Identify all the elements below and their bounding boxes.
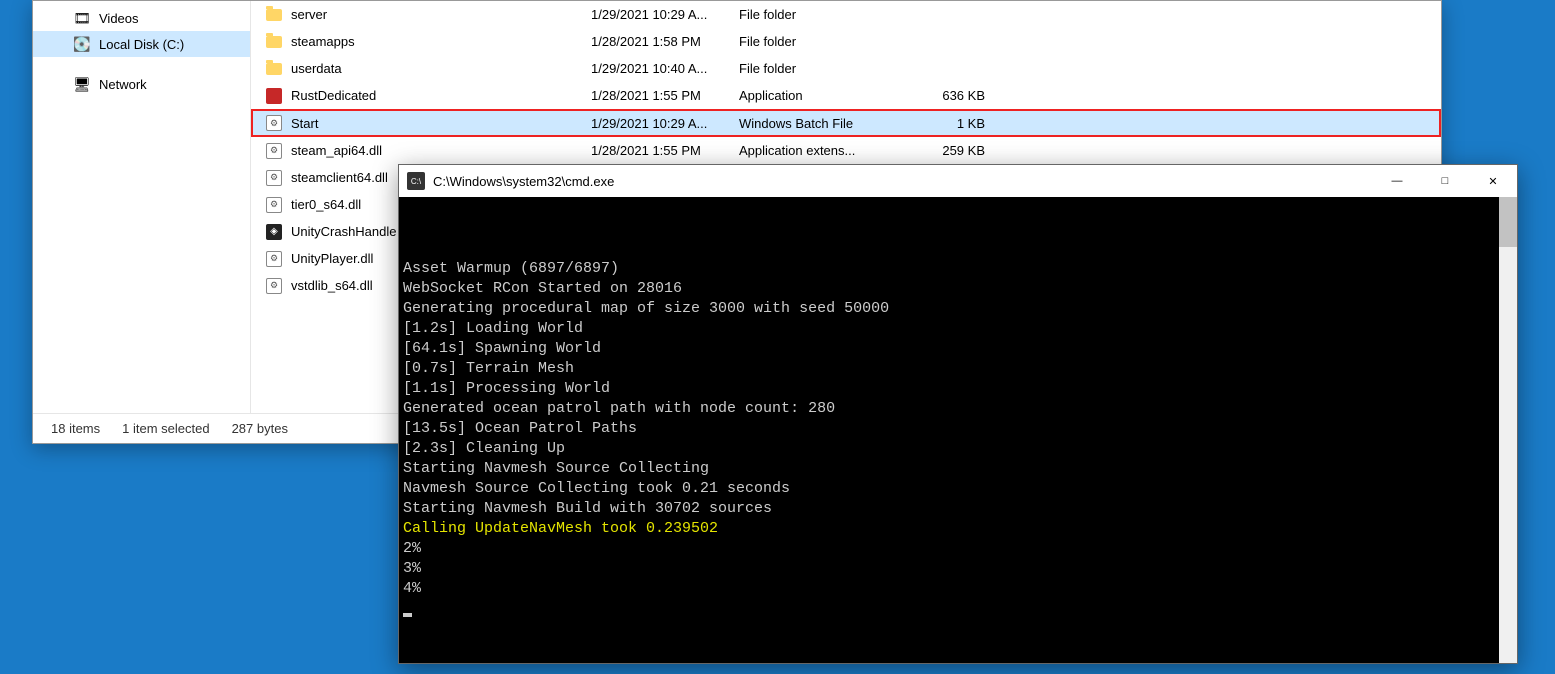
file-type: Application extens... [739, 143, 925, 158]
gear-icon: ⚙ [265, 114, 283, 132]
file-name: UnityCrashHandle [291, 224, 397, 239]
disk-icon: 💽 [73, 35, 91, 53]
file-size: 259 KB [925, 143, 985, 158]
file-name: steam_api64.dll [291, 143, 382, 158]
status-selection: 1 item selected [122, 421, 209, 436]
file-date: 1/29/2021 10:40 A... [591, 61, 739, 76]
cmd-line: Starting Navmesh Build with 30702 source… [403, 499, 1513, 519]
gear-icon: ⚙ [265, 196, 283, 214]
cmd-line: Calling UpdateNavMesh took 0.239502 [403, 519, 1513, 539]
cmd-scroll-thumb[interactable] [1499, 197, 1517, 247]
file-name: steamclient64.dll [291, 170, 388, 185]
file-size: 636 KB [925, 88, 985, 103]
file-row[interactable]: ⚙ steam_api64.dll 1/28/2021 1:55 PMApplica… [251, 137, 1441, 164]
file-row[interactable]: ⚙ Start 1/29/2021 10:29 A...Windows Batch … [251, 109, 1441, 137]
tree-item-label: Network [99, 77, 147, 92]
cmd-line: 4% [403, 579, 1513, 599]
cmd-line: WebSocket RCon Started on 28016 [403, 279, 1513, 299]
cmd-line: Asset Warmup (6897/6897) [403, 259, 1513, 279]
tree-item-label: Local Disk (C:) [99, 37, 184, 52]
file-row[interactable]: steamapps 1/28/2021 1:58 PMFile folder [251, 28, 1441, 55]
cmd-line: [1.2s] Loading World [403, 319, 1513, 339]
file-date: 1/28/2021 1:55 PM [591, 143, 739, 158]
file-date: 1/28/2021 1:58 PM [591, 34, 739, 49]
minimize-button[interactable]: — [1373, 165, 1421, 197]
folder-icon [265, 60, 283, 78]
status-item-count: 18 items [51, 421, 100, 436]
tree-item-local-disk-c-[interactable]: 💽 Local Disk (C:) [33, 31, 250, 57]
file-type: Windows Batch File [739, 116, 925, 131]
file-date: 1/29/2021 10:29 A... [591, 7, 739, 22]
cmd-line: 3% [403, 559, 1513, 579]
cmd-line: 2% [403, 539, 1513, 559]
file-row[interactable]: userdata 1/29/2021 10:40 A...File folder [251, 55, 1441, 82]
maximize-button[interactable]: □ [1421, 165, 1469, 197]
close-button[interactable]: ✕ [1469, 165, 1517, 197]
rust-icon [265, 87, 283, 105]
cmd-line: [2.3s] Cleaning Up [403, 439, 1513, 459]
file-name: server [291, 7, 327, 22]
file-type: File folder [739, 34, 925, 49]
gear-icon: ⚙ [265, 277, 283, 295]
file-date: 1/28/2021 1:55 PM [591, 88, 739, 103]
cmd-line: Generated ocean patrol path with node co… [403, 399, 1513, 419]
file-type: Application [739, 88, 925, 103]
file-name: RustDedicated [291, 88, 376, 103]
file-size: 1 KB [925, 116, 985, 131]
cmd-icon: C:\ [407, 172, 425, 190]
tree-item-label: Videos [99, 11, 139, 26]
unity-icon: ◈ [265, 223, 283, 241]
cmd-window: C:\ C:\Windows\system32\cmd.exe — □ ✕ As… [398, 164, 1518, 664]
cmd-line: Starting Navmesh Source Collecting [403, 459, 1513, 479]
network-icon: 🖥 [73, 75, 91, 93]
window-controls: — □ ✕ [1373, 165, 1517, 197]
cmd-line: [13.5s] Ocean Patrol Paths [403, 419, 1513, 439]
file-name: steamapps [291, 34, 355, 49]
cmd-title: C:\Windows\system32\cmd.exe [433, 174, 614, 189]
cmd-cursor [403, 613, 412, 617]
file-row[interactable]: server 1/29/2021 10:29 A...File folder [251, 1, 1441, 28]
cmd-output: Asset Warmup (6897/6897)WebSocket RCon S… [399, 197, 1517, 663]
gear-icon: ⚙ [265, 169, 283, 187]
tree-item-videos[interactable]: 🎞 Videos [33, 5, 250, 31]
file-name: Start [291, 116, 318, 131]
cmd-line: [64.1s] Spawning World [403, 339, 1513, 359]
file-row[interactable]: RustDedicated 1/28/2021 1:55 PMApplicatio… [251, 82, 1441, 109]
status-bytes: 287 bytes [232, 421, 288, 436]
folder-icon [265, 6, 283, 24]
cmd-line: [0.7s] Terrain Mesh [403, 359, 1513, 379]
file-name: UnityPlayer.dll [291, 251, 373, 266]
folder-icon [265, 33, 283, 51]
gear-icon: ⚙ [265, 250, 283, 268]
cmd-scrollbar[interactable] [1499, 197, 1517, 663]
cmd-line: [1.1s] Processing World [403, 379, 1513, 399]
tree-item-network[interactable]: 🖥 Network [33, 71, 250, 97]
cmd-titlebar[interactable]: C:\ C:\Windows\system32\cmd.exe — □ ✕ [399, 165, 1517, 197]
cmd-line: Navmesh Source Collecting took 0.21 seco… [403, 479, 1513, 499]
file-type: File folder [739, 61, 925, 76]
gear-icon: ⚙ [265, 142, 283, 160]
file-name: vstdlib_s64.dll [291, 278, 373, 293]
file-date: 1/29/2021 10:29 A... [591, 116, 739, 131]
videos-icon: 🎞 [73, 9, 91, 27]
file-name: tier0_s64.dll [291, 197, 361, 212]
cmd-line: Generating procedural map of size 3000 w… [403, 299, 1513, 319]
nav-tree: 🎞 Videos 💽 Local Disk (C:) 🖥 Network [33, 1, 251, 413]
file-type: File folder [739, 7, 925, 22]
file-name: userdata [291, 61, 342, 76]
